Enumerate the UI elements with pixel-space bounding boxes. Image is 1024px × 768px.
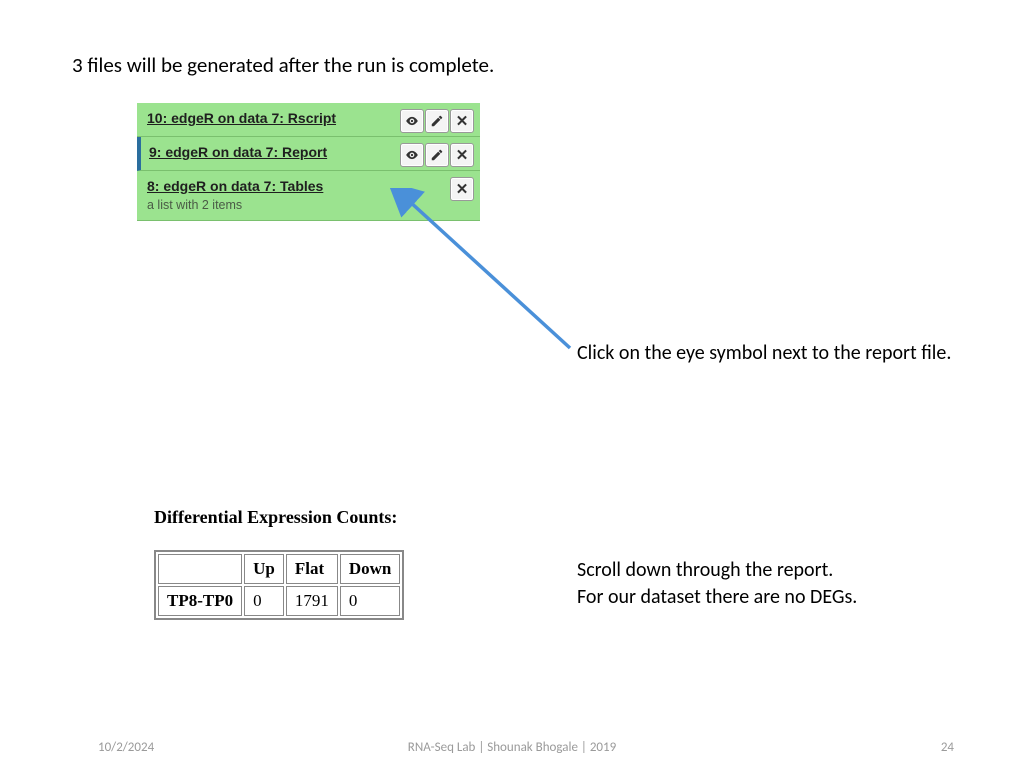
- col-flat: Flat: [286, 554, 338, 584]
- table-row: TP8-TP0 0 1791 0: [158, 586, 400, 616]
- page-heading: 3 files will be generated after the run …: [72, 52, 494, 78]
- row-label: TP8-TP0: [158, 586, 242, 616]
- history-item-title: 9: edgeR on data 7: Report: [149, 143, 359, 162]
- history-item-title: 10: edgeR on data 7: Rscript: [147, 109, 357, 128]
- footer-center: RNA-Seq Lab | Shounak Bhogale | 2019: [0, 740, 1024, 755]
- diff-expression-title: Differential Expression Counts:: [154, 507, 397, 528]
- table-header-row: Up Flat Down: [158, 554, 400, 584]
- history-item-8[interactable]: 8: edgeR on data 7: Tables a list with 2…: [137, 171, 480, 221]
- close-icon[interactable]: ✕: [450, 143, 474, 167]
- history-item-9[interactable]: 9: edgeR on data 7: Report ✕: [137, 137, 480, 171]
- callout-scroll-report: Scroll down through the report. For our …: [577, 557, 857, 611]
- edit-icon[interactable]: [425, 109, 449, 133]
- cell-up: 0: [244, 586, 284, 616]
- history-panel: 10: edgeR on data 7: Rscript ✕ 9: edgeR …: [137, 103, 480, 221]
- col-down: Down: [340, 554, 401, 584]
- eye-icon[interactable]: [400, 143, 424, 167]
- col-up: Up: [244, 554, 284, 584]
- cell-down: 0: [340, 586, 401, 616]
- close-icon[interactable]: ✕: [450, 109, 474, 133]
- footer-page: 24: [941, 740, 954, 755]
- cell-flat: 1791: [286, 586, 338, 616]
- close-icon[interactable]: ✕: [450, 177, 474, 201]
- history-item-10[interactable]: 10: edgeR on data 7: Rscript ✕: [137, 103, 480, 137]
- edit-icon[interactable]: [425, 143, 449, 167]
- callout-click-eye: Click on the eye symbol next to the repo…: [577, 340, 951, 367]
- diff-expression-table: Up Flat Down TP8-TP0 0 1791 0: [154, 550, 404, 620]
- eye-icon[interactable]: [400, 109, 424, 133]
- history-item-title: 8: edgeR on data 7: Tables: [147, 177, 357, 196]
- history-item-subtitle: a list with 2 items: [147, 198, 472, 212]
